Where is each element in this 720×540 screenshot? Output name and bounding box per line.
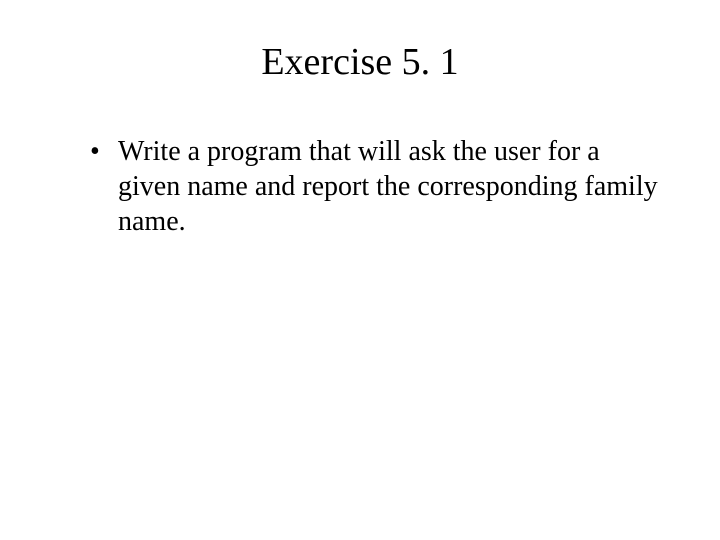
slide-body: Write a program that will ask the user f…	[0, 114, 720, 239]
bullet-list: Write a program that will ask the user f…	[90, 134, 660, 239]
list-item: Write a program that will ask the user f…	[90, 134, 660, 239]
slide: Exercise 5. 1 Write a program that will …	[0, 0, 720, 540]
slide-title: Exercise 5. 1	[0, 0, 720, 114]
